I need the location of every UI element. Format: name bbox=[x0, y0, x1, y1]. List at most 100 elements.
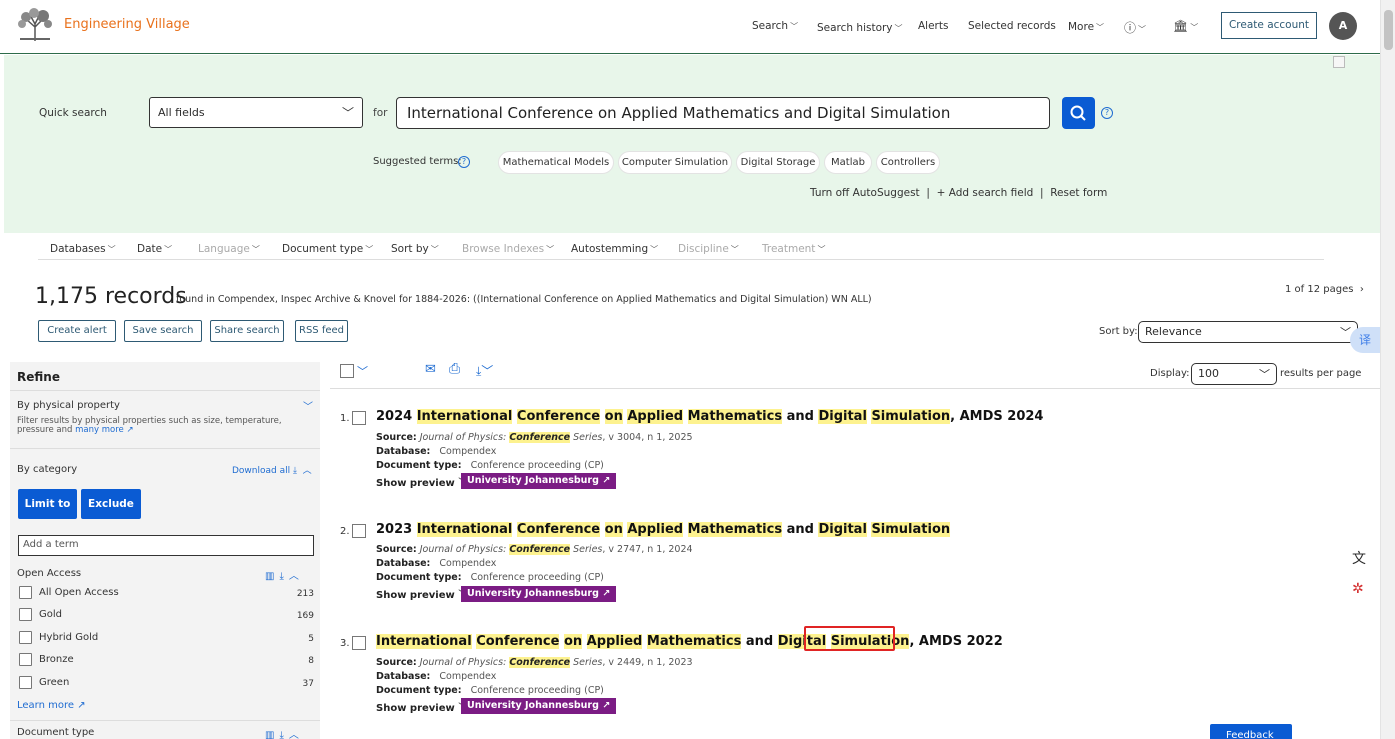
nav-alerts[interactable]: Alerts bbox=[918, 20, 948, 32]
brand-name[interactable]: Engineering Village bbox=[64, 17, 190, 32]
show-preview-toggle[interactable]: Show preview ﹀ bbox=[376, 474, 468, 489]
chart-icon[interactable]: ▥ bbox=[265, 730, 279, 739]
limit-to-button[interactable]: Limit to bbox=[18, 489, 77, 519]
filter-date[interactable]: Date ﹀ bbox=[137, 243, 172, 255]
oa-checkbox[interactable] bbox=[19, 631, 32, 644]
suggestion-chip[interactable]: Mathematical Models bbox=[498, 151, 614, 174]
oa-label: Green bbox=[39, 677, 70, 688]
result-title[interactable]: 2023 International Conference on Applied… bbox=[376, 522, 951, 537]
result-checkbox[interactable] bbox=[352, 636, 366, 650]
pagination[interactable]: 1 of 12 pages › bbox=[1285, 284, 1364, 295]
title-text bbox=[683, 409, 688, 424]
suggested-help-icon[interactable]: ? bbox=[458, 156, 470, 168]
chevron-down-icon: ﹀ bbox=[430, 245, 439, 254]
show-preview-toggle[interactable]: Show preview ﹀ bbox=[376, 586, 468, 601]
email-icon[interactable]: ✉ bbox=[425, 362, 436, 377]
filter-autostemming[interactable]: Autostemming ﹀ bbox=[571, 243, 658, 255]
oa-checkbox[interactable] bbox=[19, 653, 32, 666]
title-text bbox=[582, 634, 587, 649]
document-type-tools[interactable]: ▥⤓︿ bbox=[265, 726, 304, 739]
show-preview-toggle[interactable]: Show preview ﹀ bbox=[376, 699, 468, 714]
chevron-down-icon: ﹀ bbox=[650, 245, 659, 254]
add-term-input[interactable]: Add a term bbox=[18, 535, 314, 556]
chevron-right-icon[interactable]: › bbox=[1360, 284, 1364, 295]
institution-link-badge[interactable]: University Johannesburg ↗ bbox=[461, 698, 617, 714]
elsevier-logo-icon[interactable] bbox=[16, 7, 54, 42]
download-all-link[interactable]: Download all ⤓ ︿ bbox=[232, 463, 312, 476]
add-search-field-link[interactable]: Add search field bbox=[949, 187, 1034, 199]
translate-tool-icon[interactable]: 文 bbox=[1352, 548, 1366, 568]
oa-checkbox[interactable] bbox=[19, 676, 32, 689]
sort-select[interactable]: Relevance ﹀ bbox=[1138, 321, 1358, 343]
chevron-down-icon: ﹀ bbox=[817, 245, 826, 254]
filter-databases[interactable]: Databases ﹀ bbox=[50, 243, 116, 255]
search-field-select[interactable]: All fields ﹀ bbox=[149, 97, 363, 128]
display-select[interactable]: 100 ﹀ bbox=[1191, 363, 1277, 385]
per-page-label: results per page bbox=[1280, 368, 1362, 379]
nav-selected-records[interactable]: Selected records bbox=[968, 20, 1056, 32]
exclude-button[interactable]: Exclude bbox=[81, 489, 141, 519]
open-access-tools[interactable]: ▥⤓︿ bbox=[265, 567, 304, 582]
download-icon[interactable]: ⤓ bbox=[279, 730, 288, 739]
title-text: and bbox=[782, 522, 819, 537]
rss-feed-button[interactable]: RSS feed bbox=[295, 320, 348, 342]
institution-link-badge[interactable]: University Johannesburg ↗ bbox=[461, 586, 617, 602]
avatar[interactable]: A bbox=[1329, 12, 1357, 40]
chart-icon[interactable]: ▥ bbox=[265, 571, 279, 582]
many-more-link[interactable]: many more ↗ bbox=[75, 425, 133, 435]
search-help-icon[interactable]: ? bbox=[1101, 107, 1113, 119]
extension-icon[interactable]: ✲ bbox=[1352, 581, 1364, 597]
title-highlighted-term: on bbox=[563, 634, 583, 649]
create-account-button[interactable]: Create account bbox=[1221, 12, 1317, 39]
chevron-down-icon[interactable]: ﹀ bbox=[357, 363, 368, 379]
save-search-button[interactable]: Save search bbox=[124, 320, 202, 342]
download-icon[interactable]: ⤓ bbox=[279, 571, 288, 582]
translate-icon[interactable]: 译 bbox=[1350, 327, 1380, 353]
search-button[interactable] bbox=[1062, 97, 1095, 129]
filter-sort-by[interactable]: Sort by ﹀ bbox=[391, 243, 439, 255]
scroll-thumb[interactable] bbox=[1384, 10, 1393, 50]
chevron-up-icon[interactable]: ︿ bbox=[289, 571, 304, 582]
chevron-up-icon[interactable]: ︿ bbox=[289, 730, 304, 739]
result-checkbox[interactable] bbox=[352, 411, 366, 425]
suggestion-chip[interactable]: Digital Storage bbox=[736, 151, 820, 174]
result-document-type: Document type: Conference proceeding (CP… bbox=[376, 572, 604, 583]
chevron-down-icon[interactable]: ﹀ bbox=[303, 398, 313, 413]
suggestion-chip[interactable]: Controllers bbox=[876, 151, 940, 174]
autosuggest-toggle[interactable]: Turn off AutoSuggest bbox=[810, 187, 920, 199]
help-icon: ⓘ bbox=[1124, 21, 1137, 35]
search-input[interactable]: International Conference on Applied Math… bbox=[396, 97, 1050, 129]
result-checkbox[interactable] bbox=[352, 524, 366, 538]
suggestion-chip[interactable]: Matlab bbox=[824, 151, 872, 174]
filter-document-type[interactable]: Document type ﹀ bbox=[282, 243, 373, 255]
help-menu[interactable]: ⓘ ﹀ bbox=[1124, 19, 1146, 36]
oa-checkbox[interactable] bbox=[19, 608, 32, 621]
suggestion-chip[interactable]: Computer Simulation bbox=[618, 151, 732, 174]
physical-property-heading[interactable]: By physical property bbox=[17, 400, 120, 411]
nav-search[interactable]: Search ﹀ bbox=[752, 20, 798, 32]
result-source: Source: Journal of Physics: Conference S… bbox=[376, 432, 693, 443]
page-scrollbar[interactable] bbox=[1380, 0, 1395, 739]
feedback-button[interactable]: Feedback bbox=[1210, 724, 1292, 739]
print-icon[interactable]: ⎙ bbox=[449, 361, 460, 377]
oa-checkbox[interactable] bbox=[19, 586, 32, 599]
nav-more[interactable]: More ﹀ bbox=[1068, 21, 1104, 33]
reset-form-link[interactable]: Reset form bbox=[1050, 187, 1107, 199]
learn-more-link[interactable]: Learn more ↗ bbox=[17, 700, 86, 711]
result-title[interactable]: International Conference on Applied Math… bbox=[376, 634, 1003, 649]
select-all-checkbox[interactable] bbox=[340, 364, 354, 378]
plus-icon: + bbox=[936, 187, 946, 199]
share-search-button[interactable]: Share search bbox=[210, 320, 284, 342]
institution-link-badge[interactable]: University Johannesburg ↗ bbox=[461, 473, 617, 489]
nav-search-history[interactable]: Search history ﹀ bbox=[817, 22, 903, 34]
top-header: Engineering Village Search ﹀ Search histo… bbox=[0, 0, 1380, 54]
download-icon[interactable]: ⤓﹀ bbox=[476, 362, 493, 379]
title-highlighted-term: Applied bbox=[586, 634, 643, 649]
chevron-down-icon: ﹀ bbox=[1096, 23, 1105, 32]
title-text bbox=[600, 409, 605, 424]
institution-menu[interactable]: 🏛 ﹀ bbox=[1173, 19, 1198, 33]
title-text: 2024 bbox=[376, 409, 417, 424]
search-form-links: Turn off AutoSuggest | + Add search fiel… bbox=[810, 187, 1107, 199]
result-title[interactable]: 2024 International Conference on Applied… bbox=[376, 409, 1043, 424]
create-alert-button[interactable]: Create alert bbox=[38, 320, 116, 342]
